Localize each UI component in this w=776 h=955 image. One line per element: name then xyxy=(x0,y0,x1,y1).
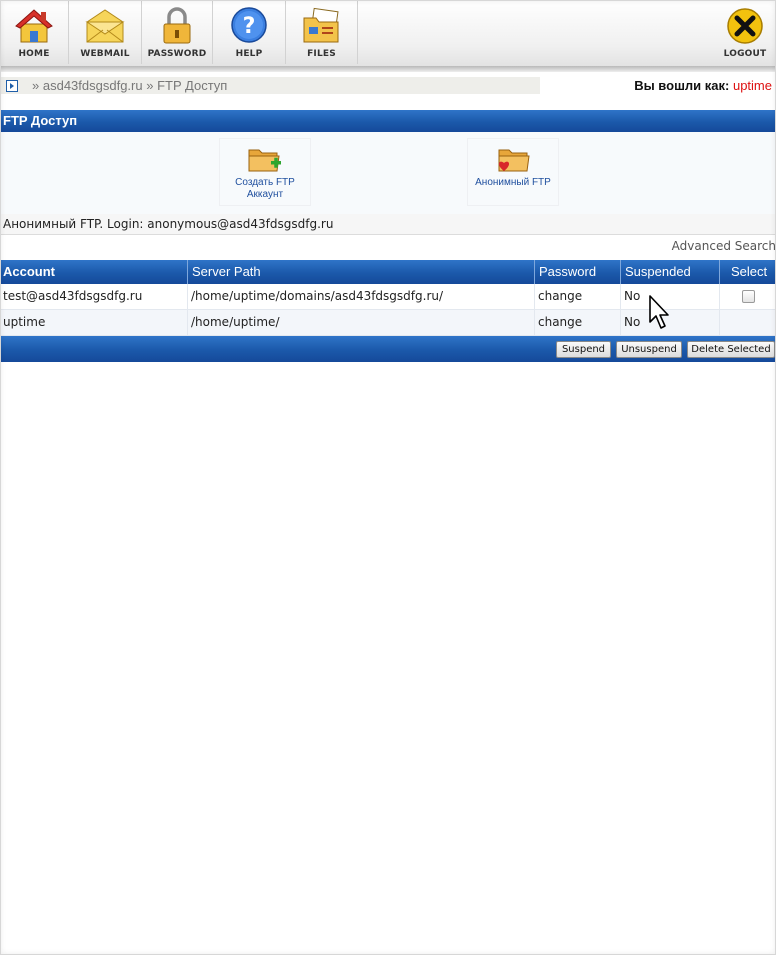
delete-selected-button[interactable]: Delete Selected xyxy=(687,341,775,358)
nav-home-button[interactable]: HOME xyxy=(0,0,69,64)
suspended-cell: No xyxy=(621,310,720,335)
suspended-cell: No xyxy=(621,284,720,309)
select-cell xyxy=(720,284,776,309)
nav-shadow xyxy=(0,66,776,72)
breadcrumb: » asd43fdsgsdfg.ru » FTP Доступ xyxy=(32,77,227,94)
server-path-cell[interactable]: /home/uptime/domains/asd43fdsgsdfg.ru/ xyxy=(188,284,535,309)
folder-add-icon xyxy=(248,149,281,172)
breadcrumb-bar: » asd43fdsgsdfg.ru » FTP Доступ Вы вошли… xyxy=(0,77,776,94)
advanced-search-link[interactable]: Advanced Search xyxy=(672,239,776,253)
account-cell[interactable]: uptime xyxy=(0,310,188,335)
nav-label-webmail: WEBMAIL xyxy=(80,49,130,59)
nav-label-home: HOME xyxy=(18,49,50,59)
anonymous-ftp-info: Анонимный FTP. Login: anonymous@asd43fds… xyxy=(0,214,776,235)
unsuspend-button[interactable]: Unsuspend xyxy=(616,341,682,358)
breadcrumb-current: FTP Доступ xyxy=(157,78,228,93)
suspend-button[interactable]: Suspend xyxy=(556,341,611,358)
change-password-link[interactable]: change xyxy=(535,284,621,309)
logged-in-user: uptime xyxy=(732,78,772,93)
column-header-password[interactable]: Password xyxy=(535,260,621,284)
logout-button[interactable]: LOGOUT xyxy=(716,0,774,64)
create-ftp-account-button[interactable]: Создать FTP Аккаунт xyxy=(219,138,311,206)
change-password-link[interactable]: change xyxy=(535,310,621,335)
nav-webmail-button[interactable]: WEBMAIL xyxy=(69,0,142,64)
breadcrumb-separator: » xyxy=(146,78,154,93)
nav-files-button[interactable]: FILES xyxy=(286,0,358,64)
action-panel: Создать FTP Аккаунт Анонимный FTP xyxy=(0,132,776,215)
nav-label-files: FILES xyxy=(307,49,336,59)
column-header-select[interactable]: Select xyxy=(720,260,776,284)
anonymous-ftp-label: Анонимный FTP xyxy=(475,177,551,188)
breadcrumb-separator: » xyxy=(32,78,40,93)
svg-text:?: ? xyxy=(243,14,256,39)
table-footer: Suspend Unsuspend Delete Selected xyxy=(0,336,776,362)
logged-in-label: Вы вошли как: xyxy=(634,78,730,93)
create-ftp-account-label: Создать FTP Аккаунт xyxy=(235,177,295,200)
server-path-cell[interactable]: /home/uptime/ xyxy=(188,310,535,335)
nav-password-button[interactable]: PASSWORD xyxy=(142,0,213,64)
expand-toggle-icon[interactable] xyxy=(6,80,18,92)
column-header-account[interactable]: Account xyxy=(0,260,188,284)
padlock-icon xyxy=(163,7,191,44)
column-header-server-path[interactable]: Server Path xyxy=(188,260,535,284)
logged-in-indicator: Вы вошли как: uptime xyxy=(634,77,772,94)
nav-label-password: PASSWORD xyxy=(147,49,207,59)
select-cell xyxy=(720,310,776,335)
top-navigation: HOME WEBMAIL PASSWORD ? HELP FILES LOGOU… xyxy=(0,0,776,66)
column-header-suspended[interactable]: Suspended xyxy=(621,260,720,284)
breadcrumb-domain-link[interactable]: asd43fdsgsdfg.ru xyxy=(43,78,143,93)
section-title: FTP Доступ xyxy=(0,110,776,132)
nav-label-help: HELP xyxy=(235,49,263,59)
home-icon xyxy=(15,9,53,43)
anonymous-ftp-button[interactable]: Анонимный FTP xyxy=(467,138,559,206)
ftp-accounts-table: Account Server Path Password Suspended S… xyxy=(0,260,776,362)
row-select-checkbox[interactable] xyxy=(742,290,755,303)
envelope-icon xyxy=(85,9,125,43)
nav-help-button[interactable]: ? HELP xyxy=(213,0,286,64)
table-row: uptime /home/uptime/ change No xyxy=(0,310,776,336)
folder-heart-icon xyxy=(498,149,530,172)
help-icon: ? xyxy=(231,7,267,43)
table-header: Account Server Path Password Suspended S… xyxy=(0,260,776,284)
table-row: test@asd43fdsgsdfg.ru /home/uptime/domai… xyxy=(0,284,776,310)
nav-label-logout: LOGOUT xyxy=(723,49,767,59)
account-cell[interactable]: test@asd43fdsgsdfg.ru xyxy=(0,284,188,309)
close-icon xyxy=(727,8,763,44)
files-icon xyxy=(303,7,339,43)
